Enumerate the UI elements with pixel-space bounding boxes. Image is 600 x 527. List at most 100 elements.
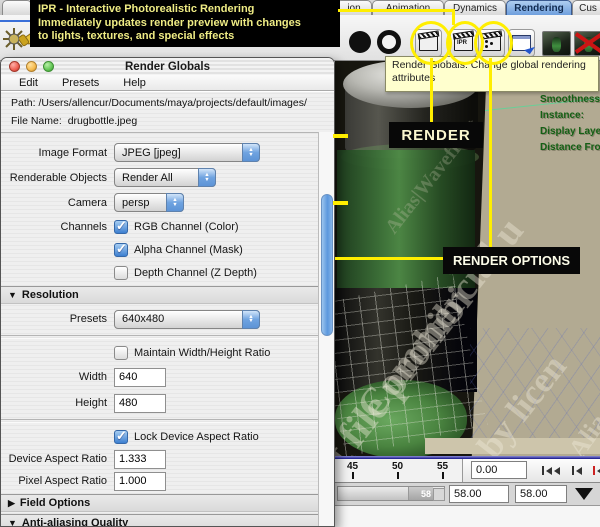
range-end-field[interactable]: 58.00 (515, 485, 567, 503)
output-path: Path: /Users/allencur/Documents/maya/pro… (11, 97, 307, 109)
depth-channel-checkbox[interactable] (114, 266, 128, 280)
width-field[interactable]: 640 (114, 368, 166, 387)
scene-thumbnail-icon[interactable] (542, 31, 571, 56)
resolution-presets-popup[interactable]: 640x480 ▲▼ (114, 310, 260, 329)
window-hand-icon (512, 35, 531, 51)
render-globals-form: Image Format JPEG [jpeg] ▲▼ Renderable O… (1, 132, 321, 527)
height-label: Height (1, 397, 114, 409)
shelf-tab-custom[interactable]: Cus (572, 0, 600, 15)
range-slider-thumb[interactable]: 58 (408, 487, 433, 500)
renderable-objects-popup[interactable]: Render All ▲▼ (114, 168, 216, 187)
image-format-value: JPEG [jpeg] (122, 147, 181, 159)
range-start-field[interactable]: 58.00 (449, 485, 509, 503)
callout-line-ipr-horizontal (338, 9, 454, 12)
time-slider-ruler[interactable]: 45 50 55 (335, 459, 463, 482)
field-options-section-header[interactable]: ▶ Field Options (1, 494, 321, 512)
popup-arrows-icon: ▲▼ (242, 143, 260, 162)
tick-mark (352, 472, 354, 479)
popup-arrows-icon: ▲▼ (166, 193, 184, 212)
field-options-header-label: Field Options (20, 497, 90, 509)
range-slider[interactable]: 58 (337, 486, 445, 501)
collapse-triangle-icon: ▼ (8, 518, 17, 527)
menu-presets[interactable]: Presets (62, 77, 99, 89)
range-slider-row: 58 58.00 58.00 (335, 483, 600, 506)
close-button[interactable] (9, 61, 20, 72)
lock-device-aspect-checkbox[interactable] (114, 430, 128, 444)
callout-line-render-options-horizontal (335, 257, 445, 260)
step-back-frame-button[interactable] (593, 466, 600, 475)
step-back-button[interactable] (572, 466, 582, 475)
callout-dash-upper (333, 134, 348, 138)
divider (1, 335, 321, 339)
path-label: Path: (11, 97, 36, 109)
device-aspect-ratio-label: Device Aspect Ratio (1, 453, 114, 465)
rgb-channel-label: RGB Channel (Color) (134, 221, 239, 233)
transport-bar-icon (572, 466, 574, 475)
anti-aliasing-section-header[interactable]: ▼ Anti-aliasing Quality (1, 514, 321, 527)
tooltip-line2: attributes (392, 72, 592, 85)
transport-triangle-icon (576, 467, 582, 475)
menu-help[interactable]: Help (123, 77, 146, 89)
outline-sphere-icon[interactable] (377, 30, 401, 54)
delete-render-thumbnail-icon[interactable] (574, 31, 600, 56)
maya-screen: ion Animation Dynamics Rendering Cus IPR (0, 0, 600, 527)
window-scrollbar-track[interactable] (318, 132, 334, 526)
anti-aliasing-header-label: Anti-aliasing Quality (22, 517, 128, 527)
window-scrollbar-thumb[interactable] (321, 194, 333, 336)
ipr-callout-title: IPR - Interactive Photorealistic Renderi… (38, 3, 332, 17)
pixel-aspect-ratio-label: Pixel Aspect Ratio (1, 475, 114, 487)
tick-50: 50 (392, 461, 403, 472)
collapse-triangle-icon: ▼ (8, 290, 17, 300)
callout-circle-render-globals (474, 21, 513, 65)
time-slider[interactable]: 45 50 55 0.00 (335, 459, 600, 483)
device-aspect-ratio-field[interactable]: 1.333 (114, 450, 166, 469)
shelf-tab-animation[interactable]: Animation (372, 0, 444, 15)
menu-edit[interactable]: Edit (19, 77, 38, 89)
renderable-objects-label: Renderable Objects (1, 172, 114, 184)
maintain-ratio-checkbox[interactable] (114, 346, 128, 360)
window-menubar: Edit Presets Help (1, 75, 334, 91)
pixel-aspect-ratio-field[interactable]: 1.000 (114, 472, 166, 491)
range-slider-end-handle[interactable] (433, 488, 445, 501)
current-time-field[interactable]: 0.00 (471, 461, 527, 479)
shelf-tab-deformation[interactable]: ion (336, 0, 372, 15)
zoom-button[interactable] (43, 61, 54, 72)
file-name-value: drugbottle.jpeg (68, 115, 137, 127)
black-sphere-icon[interactable] (349, 31, 371, 53)
transport-red-bar-icon (593, 466, 595, 475)
minimize-button[interactable] (26, 61, 37, 72)
popup-arrows-icon: ▲▼ (242, 310, 260, 329)
ipr-callout-line2: Immediately updates render preview with … (38, 17, 332, 31)
rgb-channel-checkbox[interactable] (114, 220, 128, 234)
go-to-start-button[interactable] (542, 466, 560, 475)
hud-smoothness-label: Smoothness: (540, 94, 600, 105)
alpha-channel-label: Alpha Channel (Mask) (134, 244, 243, 256)
callout-line-render (430, 58, 433, 122)
popup-arrows-icon: ▲▼ (198, 168, 216, 187)
maintain-ratio-label: Maintain Width/Height Ratio (134, 347, 270, 359)
hud-instance-label: Instance: (540, 110, 584, 121)
shelf-tab-rendering[interactable]: Rendering (506, 0, 572, 15)
image-format-label: Image Format (1, 147, 114, 159)
output-file-name: File Name: drugbottle.jpeg (11, 115, 137, 127)
resolution-section-header[interactable]: ▼ Resolution (1, 286, 321, 304)
tick-mark (442, 472, 444, 479)
callout-dash-lower (333, 201, 348, 205)
transport-bar-icon (542, 466, 544, 475)
depth-channel-label: Depth Channel (Z Depth) (134, 267, 257, 279)
camera-value: persp (122, 197, 150, 209)
file-name-label: File Name: (11, 115, 62, 127)
resolution-header-label: Resolution (22, 289, 79, 301)
image-format-popup[interactable]: JPEG [jpeg] ▲▼ (114, 143, 260, 162)
callout-line-render-options (489, 58, 492, 248)
shelf-tab-partial-left[interactable] (2, 0, 32, 15)
lock-device-aspect-label: Lock Device Aspect Ratio (134, 431, 259, 443)
height-field[interactable]: 480 (114, 394, 166, 413)
alpha-channel-checkbox[interactable] (114, 243, 128, 257)
command-line-area (335, 506, 600, 527)
render-options-callout-label: RENDER OPTIONS (443, 247, 580, 274)
anim-prefs-dropdown-icon[interactable] (575, 488, 593, 500)
window-titlebar[interactable]: Render Globals (1, 58, 334, 76)
ipr-callout-box: IPR - Interactive Photorealistic Renderi… (30, 0, 340, 47)
camera-popup[interactable]: persp ▲▼ (114, 193, 184, 212)
